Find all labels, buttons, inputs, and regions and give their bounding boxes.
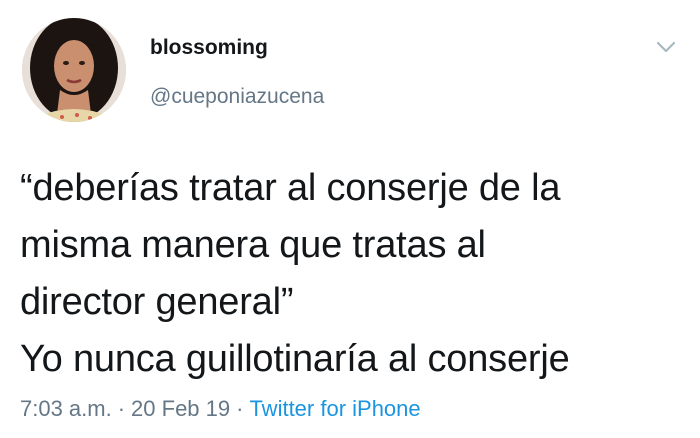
- tweet-text: “deberías tratar al conserje de la misma…: [20, 167, 570, 380]
- chevron-down-icon[interactable]: [653, 37, 679, 57]
- meta-separator-2: ·: [236, 396, 244, 421]
- tweet-date[interactable]: 20 Feb 19: [131, 396, 230, 421]
- meta-separator: ·: [117, 396, 126, 421]
- tweet-time[interactable]: 7:03 a.m.: [20, 396, 112, 421]
- tweet-meta: 7:03 a.m. · 20 Feb 19 · Twitter for iPhone: [20, 396, 421, 422]
- display-name[interactable]: blossoming: [150, 36, 268, 60]
- avatar[interactable]: [22, 18, 126, 122]
- tweet-source-link[interactable]: Twitter for iPhone: [249, 396, 420, 421]
- avatar-image: [22, 18, 126, 122]
- user-handle[interactable]: @cueponiazucena: [150, 85, 324, 109]
- tweet-card: blossoming @cueponiazucena “deberías tra…: [0, 0, 700, 438]
